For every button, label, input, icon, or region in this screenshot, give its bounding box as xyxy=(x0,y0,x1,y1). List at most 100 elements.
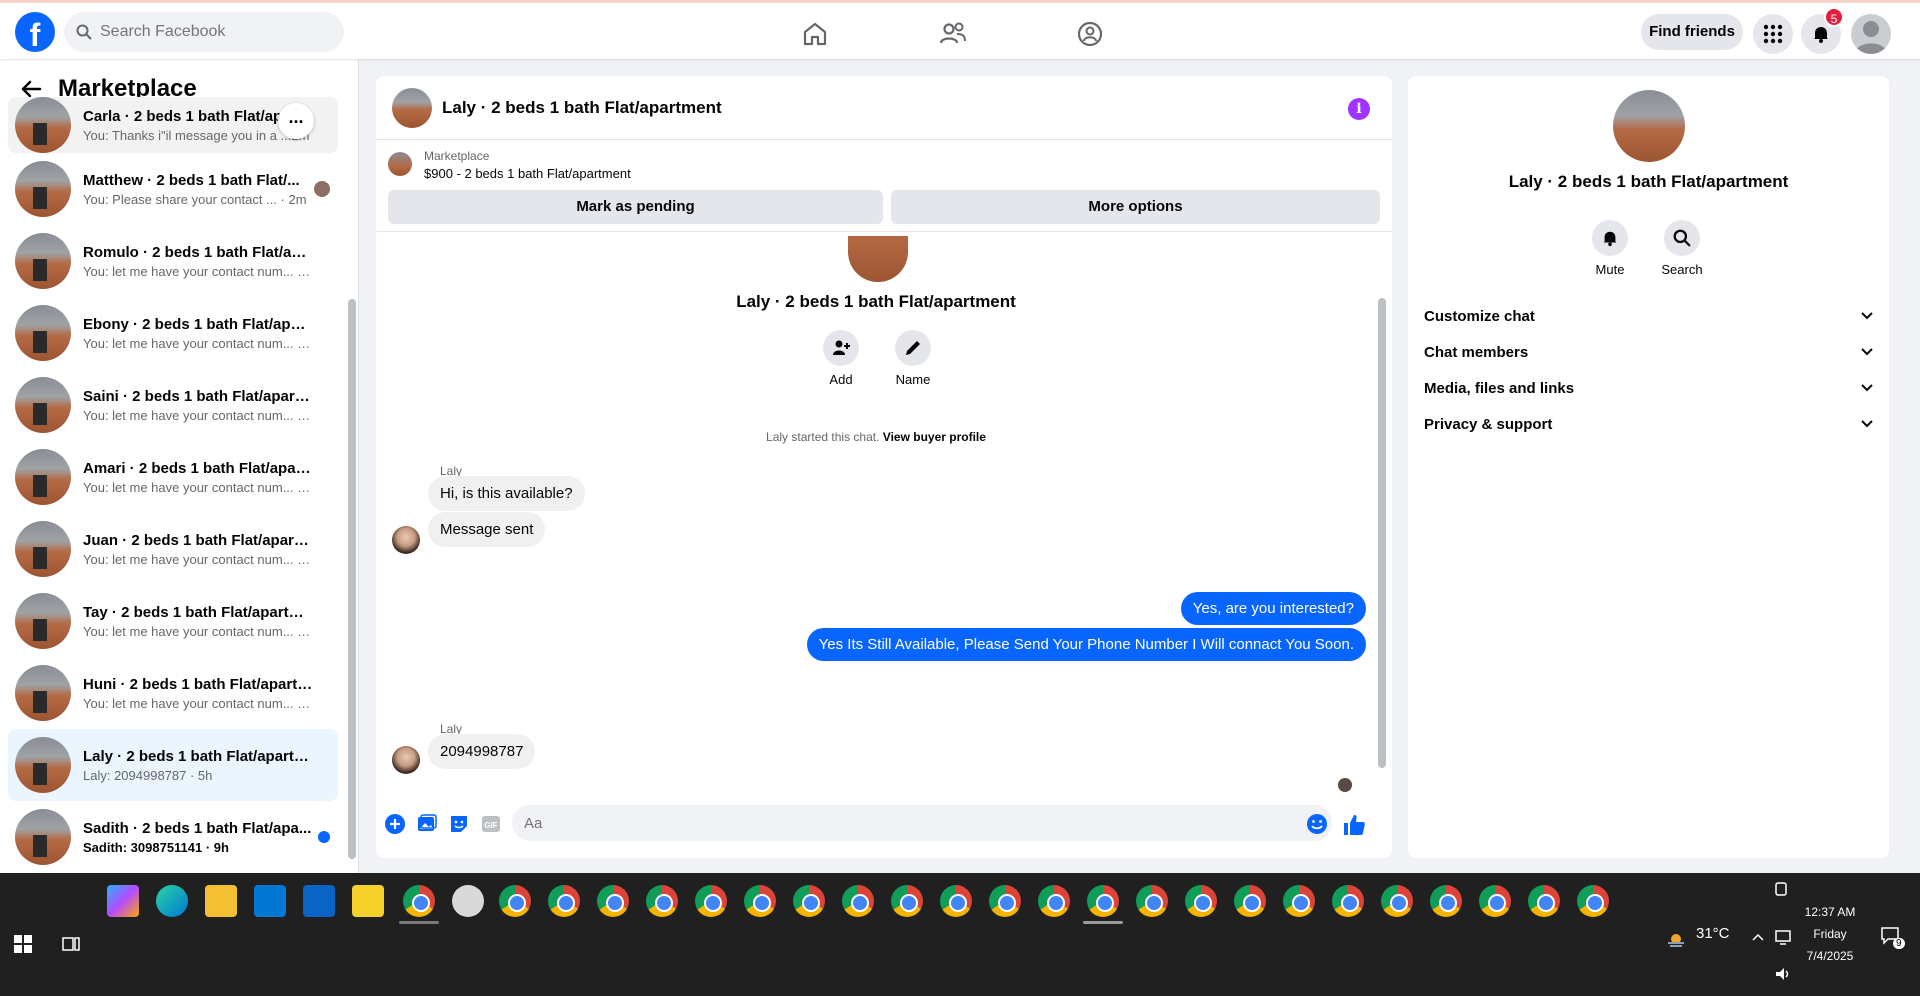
conversation-item[interactable]: Juan · 2 beds 1 bath Flat/apartm... You: … xyxy=(8,513,338,585)
info-icon[interactable]: i xyxy=(1348,98,1370,120)
gif-icon[interactable]: GIF xyxy=(480,813,502,835)
conversation-title: Huni · 2 beds 1 bath Flat/apartm... xyxy=(83,675,313,693)
chat-scrollbar[interactable] xyxy=(1378,298,1386,768)
find-friends-button[interactable]: Find friends xyxy=(1641,14,1743,50)
volume-icon[interactable] xyxy=(1774,965,1792,983)
chrome-profile-icon[interactable] xyxy=(1234,885,1266,917)
incoming-message[interactable]: 2094998787 xyxy=(428,734,536,769)
app-icon[interactable] xyxy=(452,885,484,917)
conversation-item[interactable]: Romulo · 2 beds 1 bath Flat/apar... You: … xyxy=(8,225,338,297)
chat-members-section[interactable]: Chat members xyxy=(1424,334,1874,370)
plus-circle-icon[interactable] xyxy=(384,813,406,835)
home-icon[interactable] xyxy=(799,18,831,50)
page-scrollbar[interactable] xyxy=(1906,59,1920,873)
chrome-profile-icon[interactable] xyxy=(1185,885,1217,917)
chrome-profile-icon[interactable] xyxy=(1381,885,1413,917)
privacy-support-section[interactable]: Privacy & support xyxy=(1424,406,1874,442)
weather-icon[interactable] xyxy=(1666,929,1686,949)
chrome-profile-icon[interactable] xyxy=(842,885,874,917)
file-explorer-icon[interactable] xyxy=(205,885,237,917)
sticky-notes-icon[interactable] xyxy=(352,885,384,917)
conversation-item-active[interactable]: Laly · 2 beds 1 bath Flat/apartm... Laly:… xyxy=(8,729,338,801)
unread-indicator xyxy=(318,831,330,843)
chrome-profile-icon[interactable] xyxy=(548,885,580,917)
facebook-logo[interactable]: f xyxy=(15,12,55,52)
outgoing-message[interactable]: Yes Its Still Available, Please Send You… xyxy=(806,628,1366,661)
incoming-message[interactable]: Message sent xyxy=(428,512,546,547)
sidebar-scrollbar[interactable] xyxy=(348,299,356,859)
sticker-icon[interactable] xyxy=(448,813,470,835)
system-clock[interactable]: 12:37 AM Friday 7/4/2025 xyxy=(1790,901,1870,967)
conversation-item[interactable]: Ebony · 2 beds 1 bath Flat/apart... You: … xyxy=(8,297,338,369)
conversation-item[interactable]: Carla · 2 beds 1 bath Flat/apar... You: T… xyxy=(8,97,338,153)
details-avatar[interactable] xyxy=(1613,90,1685,162)
sender-avatar[interactable] xyxy=(392,526,420,554)
photo-icon[interactable] xyxy=(416,813,438,835)
add-action[interactable]: Add xyxy=(801,330,881,387)
chrome-profile-icon[interactable] xyxy=(403,885,435,917)
outgoing-message[interactable]: Yes, are you interested? xyxy=(1180,592,1366,625)
friends-icon[interactable] xyxy=(937,18,969,50)
chrome-profile-icon[interactable] xyxy=(1479,885,1511,917)
chrome-profile-icon[interactable] xyxy=(646,885,678,917)
mute-action[interactable]: Mute xyxy=(1580,220,1640,277)
incoming-message[interactable]: Hi, is this available? xyxy=(428,476,585,511)
temperature-label[interactable]: 31°C xyxy=(1696,925,1730,942)
chrome-profile-icon[interactable] xyxy=(1577,885,1609,917)
listing-thumbnail xyxy=(15,305,71,361)
chrome-profile-icon[interactable] xyxy=(1332,885,1364,917)
menu-button[interactable] xyxy=(1753,14,1793,54)
conversation-item[interactable]: Amari · 2 beds 1 bath Flat/apart... You: … xyxy=(8,441,338,513)
listing-price-title[interactable]: $900 - 2 beds 1 bath Flat/apartment xyxy=(424,166,631,181)
groups-icon[interactable] xyxy=(1074,18,1106,50)
listing-thumbnail xyxy=(15,809,71,865)
chrome-profile-icon[interactable] xyxy=(1136,885,1168,917)
name-action[interactable]: Name xyxy=(873,330,953,387)
message-input[interactable] xyxy=(512,805,1332,841)
conversation-item[interactable]: Sadith · 2 beds 1 bath Flat/apa... Sadith… xyxy=(8,801,338,873)
windows-start-icon[interactable] xyxy=(14,935,32,953)
chat-title[interactable]: Laly · 2 beds 1 bath Flat/apartment xyxy=(442,98,722,118)
chrome-profile-icon[interactable] xyxy=(1528,885,1560,917)
media-files-links-section[interactable]: Media, files and links xyxy=(1424,370,1874,406)
outlook-icon[interactable] xyxy=(303,885,335,917)
edge-icon[interactable] xyxy=(156,885,188,917)
more-options-button[interactable]: ... xyxy=(278,103,314,139)
chrome-profile-icon-active[interactable] xyxy=(1087,885,1119,917)
thumbs-up-icon[interactable] xyxy=(1342,813,1366,837)
profile-avatar[interactable] xyxy=(1851,14,1891,54)
conversation-item[interactable]: Matthew · 2 beds 1 bath Flat/... You: Ple… xyxy=(8,153,338,225)
copilot-icon[interactable] xyxy=(107,885,139,917)
chrome-profile-icon[interactable] xyxy=(597,885,629,917)
customize-chat-section[interactable]: Customize chat xyxy=(1424,298,1874,334)
chrome-profile-icon[interactable] xyxy=(1283,885,1315,917)
chevron-down-icon xyxy=(1861,312,1873,320)
search-input[interactable] xyxy=(100,23,320,41)
mark-as-pending-button[interactable]: Mark as pending xyxy=(388,190,883,224)
sender-avatar[interactable] xyxy=(392,746,420,774)
chrome-profile-icon[interactable] xyxy=(744,885,776,917)
chat-avatar[interactable] xyxy=(392,87,432,128)
chrome-profile-icon[interactable] xyxy=(891,885,923,917)
chevron-up-icon[interactable] xyxy=(1751,930,1765,944)
clock-day: Friday xyxy=(1813,927,1847,941)
chrome-profile-icon[interactable] xyxy=(989,885,1021,917)
chrome-profile-icon[interactable] xyxy=(940,885,972,917)
search-action[interactable]: Search xyxy=(1652,220,1712,277)
view-buyer-profile-link[interactable]: View buyer profile xyxy=(883,430,986,444)
conversation-item[interactable]: Tay · 2 beds 1 bath Flat/apartment You: l… xyxy=(8,585,338,657)
chrome-profile-icon[interactable] xyxy=(1038,885,1070,917)
chrome-profile-icon[interactable] xyxy=(695,885,727,917)
conversation-item[interactable]: Saini · 2 beds 1 bath Flat/apartm... You:… xyxy=(8,369,338,441)
chrome-icon[interactable] xyxy=(499,885,531,917)
conversation-item[interactable]: Huni · 2 beds 1 bath Flat/apartm... You: … xyxy=(8,657,338,729)
task-view-icon[interactable] xyxy=(62,935,80,953)
emoji-icon[interactable] xyxy=(1306,813,1328,835)
tray-app-icon[interactable] xyxy=(1773,881,1789,897)
search-box[interactable] xyxy=(64,12,344,52)
message-thread: Laly · 2 beds 1 bath Flat/apartment Add … xyxy=(376,236,1392,792)
chrome-profile-icon[interactable] xyxy=(793,885,825,917)
chrome-profile-icon[interactable] xyxy=(1430,885,1462,917)
store-icon[interactable] xyxy=(254,885,286,917)
more-options-button[interactable]: More options xyxy=(891,190,1380,224)
